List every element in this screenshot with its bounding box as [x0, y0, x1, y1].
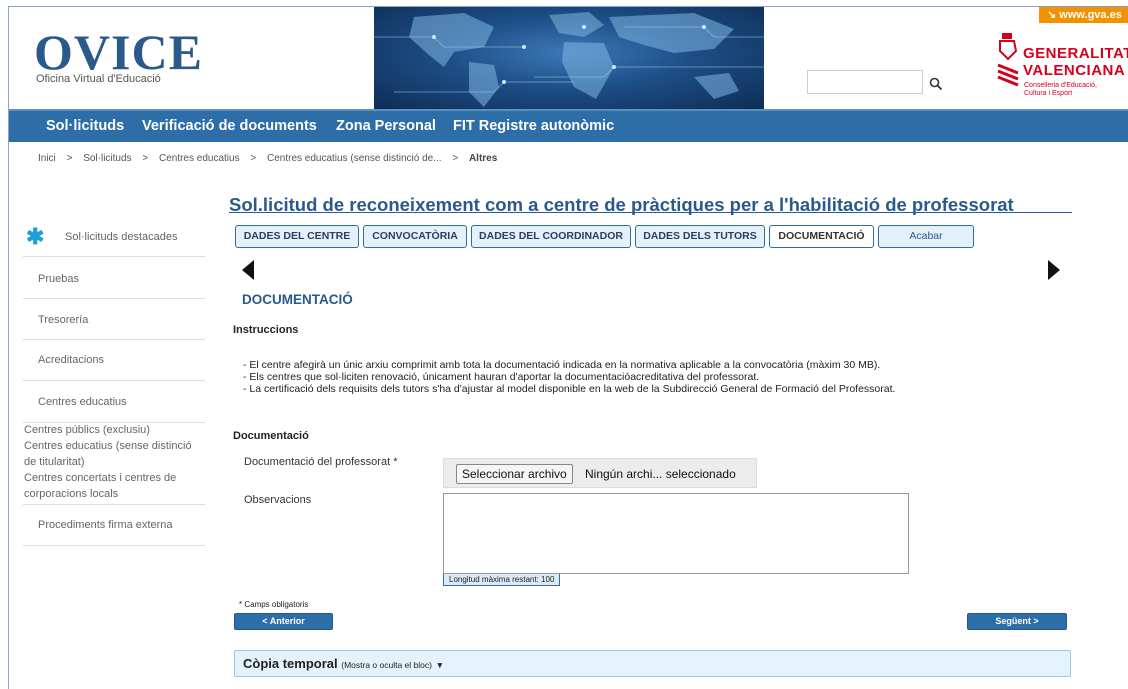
file-input: Seleccionar archivo Ningún archi... sele… — [443, 458, 757, 488]
breadcrumb-altres: Altres — [468, 153, 498, 164]
next-arrow-icon[interactable] — [1048, 260, 1060, 280]
conselleria-subtitle: Conselleria d'Educació, Cultura i Esport — [1024, 82, 1097, 97]
breadcrumb-separator: > — [142, 153, 149, 164]
tab-acabar[interactable]: Acabar — [878, 225, 974, 248]
copia-temporal-subtitle: (Mostra o oculta el bloc) — [341, 660, 432, 670]
breadcrumb-separator: > — [66, 153, 73, 164]
tab-dades-coordinador[interactable]: DADES DEL COORDINADOR — [471, 225, 631, 248]
header: OVICE Oficina Virtual d'Educació ↘ www.g… — [9, 7, 1128, 109]
sidebar-item-label: Acreditacions — [38, 354, 105, 366]
sidebar-item-label: Sol·licituds destacades — [65, 231, 178, 243]
breadcrumb: Inici > Sol·licituds > Centres educatius… — [38, 153, 497, 164]
generalitat-emblem-icon — [997, 33, 1019, 87]
asterisk-icon: ✱ — [26, 224, 45, 249]
copia-temporal-title: Còpia temporal — [243, 656, 338, 671]
sidebar-item-firma-externa[interactable]: Procediments firma externa — [23, 504, 205, 546]
sidebar-item-tresoreria[interactable]: Tresorería — [23, 299, 205, 340]
breadcrumb-inici[interactable]: Inici — [38, 153, 56, 164]
required-fields-note: * Camps obligatoris — [239, 600, 309, 609]
generalitat-title: GENERALITAT — [1023, 45, 1128, 62]
sidebar-sub-links: Centres públics (exclusiu) Centres educa… — [24, 422, 204, 502]
sidebar-item-label: Centres educatius — [38, 396, 127, 408]
sidebar-item-acreditacions[interactable]: Acreditacions — [23, 340, 205, 381]
doc-professorat-label: Documentació del professorat * — [244, 456, 398, 468]
tab-dades-tutors[interactable]: DADES DELS TUTORS — [635, 225, 765, 248]
sidebar-sublink-sense-distincio[interactable]: Centres educatius (sense distinció de ti… — [24, 438, 204, 470]
main-nav: Sol·licituds Verificació de documents Zo… — [9, 109, 1128, 142]
search-input[interactable] — [807, 70, 923, 94]
section-title: DOCUMENTACIÓ — [242, 292, 353, 307]
instruction-line: - Els centres que sol·liciten renovació,… — [243, 371, 760, 383]
world-map-banner — [374, 7, 764, 109]
breadcrumb-centres-sense-distincio[interactable]: Centres educatius (sense distinció de... — [267, 153, 442, 164]
instructions-heading: Instruccions — [233, 324, 299, 336]
search-icon[interactable] — [929, 77, 943, 91]
max-length-counter: Longitud màxima restant: 100 — [443, 574, 561, 586]
select-file-button[interactable]: Seleccionar archivo — [456, 464, 573, 484]
documentacio-heading: Documentació — [233, 430, 309, 442]
sidebar-item-destacades[interactable]: ✱ Sol·licituds destacades — [23, 215, 205, 257]
observacions-textarea[interactable] — [443, 493, 909, 574]
valenciana-title: VALENCIANA — [1023, 62, 1126, 79]
instruction-line: - El centre afegirà un únic arxiu compri… — [243, 359, 881, 371]
breadcrumb-separator: > — [250, 153, 257, 164]
instructions-text: - El centre afegirà un únic arxiu compri… — [243, 359, 895, 395]
breadcrumb-solicituds[interactable]: Sol·licituds — [83, 153, 131, 164]
ovice-logo-subtitle: Oficina Virtual d'Educació — [36, 73, 161, 85]
tab-dades-centre[interactable]: DADES DEL CENTRE — [235, 225, 359, 248]
page-frame: OVICE Oficina Virtual d'Educació ↘ www.g… — [8, 6, 1128, 689]
sidebar-sublink-concertats[interactable]: Centres concertats i centres de corporac… — [24, 470, 204, 502]
sidebar-item-centres-educatius[interactable]: Centres educatius — [23, 381, 205, 423]
tab-documentacio[interactable]: DOCUMENTACIÓ — [769, 225, 874, 248]
breadcrumb-separator: > — [452, 153, 459, 164]
nav-zona-personal[interactable]: Zona Personal — [336, 118, 436, 134]
next-button[interactable]: Següent > — [967, 613, 1067, 630]
file-status: Ningún archi... seleccionado — [585, 467, 736, 481]
previous-button[interactable]: < Anterior — [234, 613, 333, 630]
sidebar-item-label: Procediments firma externa — [38, 519, 173, 531]
sidebar-item-pruebas[interactable]: Pruebas — [23, 257, 205, 299]
copia-temporal-toggle[interactable]: Còpia temporal (Mostra o oculta el bloc)… — [234, 650, 1071, 677]
title-underline — [229, 212, 1072, 213]
observacions-label: Observacions — [244, 494, 312, 506]
breadcrumb-centres-educatius[interactable]: Centres educatius — [159, 153, 240, 164]
previous-arrow-icon[interactable] — [242, 260, 254, 280]
nav-verificacio[interactable]: Verificació de documents — [142, 118, 317, 134]
instruction-line: - La certificació dels requisits dels tu… — [243, 383, 896, 395]
world-map-graphic — [374, 12, 764, 107]
sidebar-item-label: Pruebas — [38, 273, 79, 285]
nav-solicituds[interactable]: Sol·licituds — [46, 118, 124, 134]
sidebar-sublink-publics[interactable]: Centres públics (exclusiu) — [24, 422, 204, 438]
gva-link[interactable]: ↘ www.gva.es — [1039, 7, 1128, 23]
tab-convocatoria[interactable]: CONVOCATÒRIA — [363, 225, 467, 248]
caret-down-icon: ▼ — [435, 660, 444, 670]
sidebar-item-label: Tresorería — [38, 314, 89, 326]
nav-fit-registre[interactable]: FIT Registre autonòmic — [453, 118, 614, 134]
